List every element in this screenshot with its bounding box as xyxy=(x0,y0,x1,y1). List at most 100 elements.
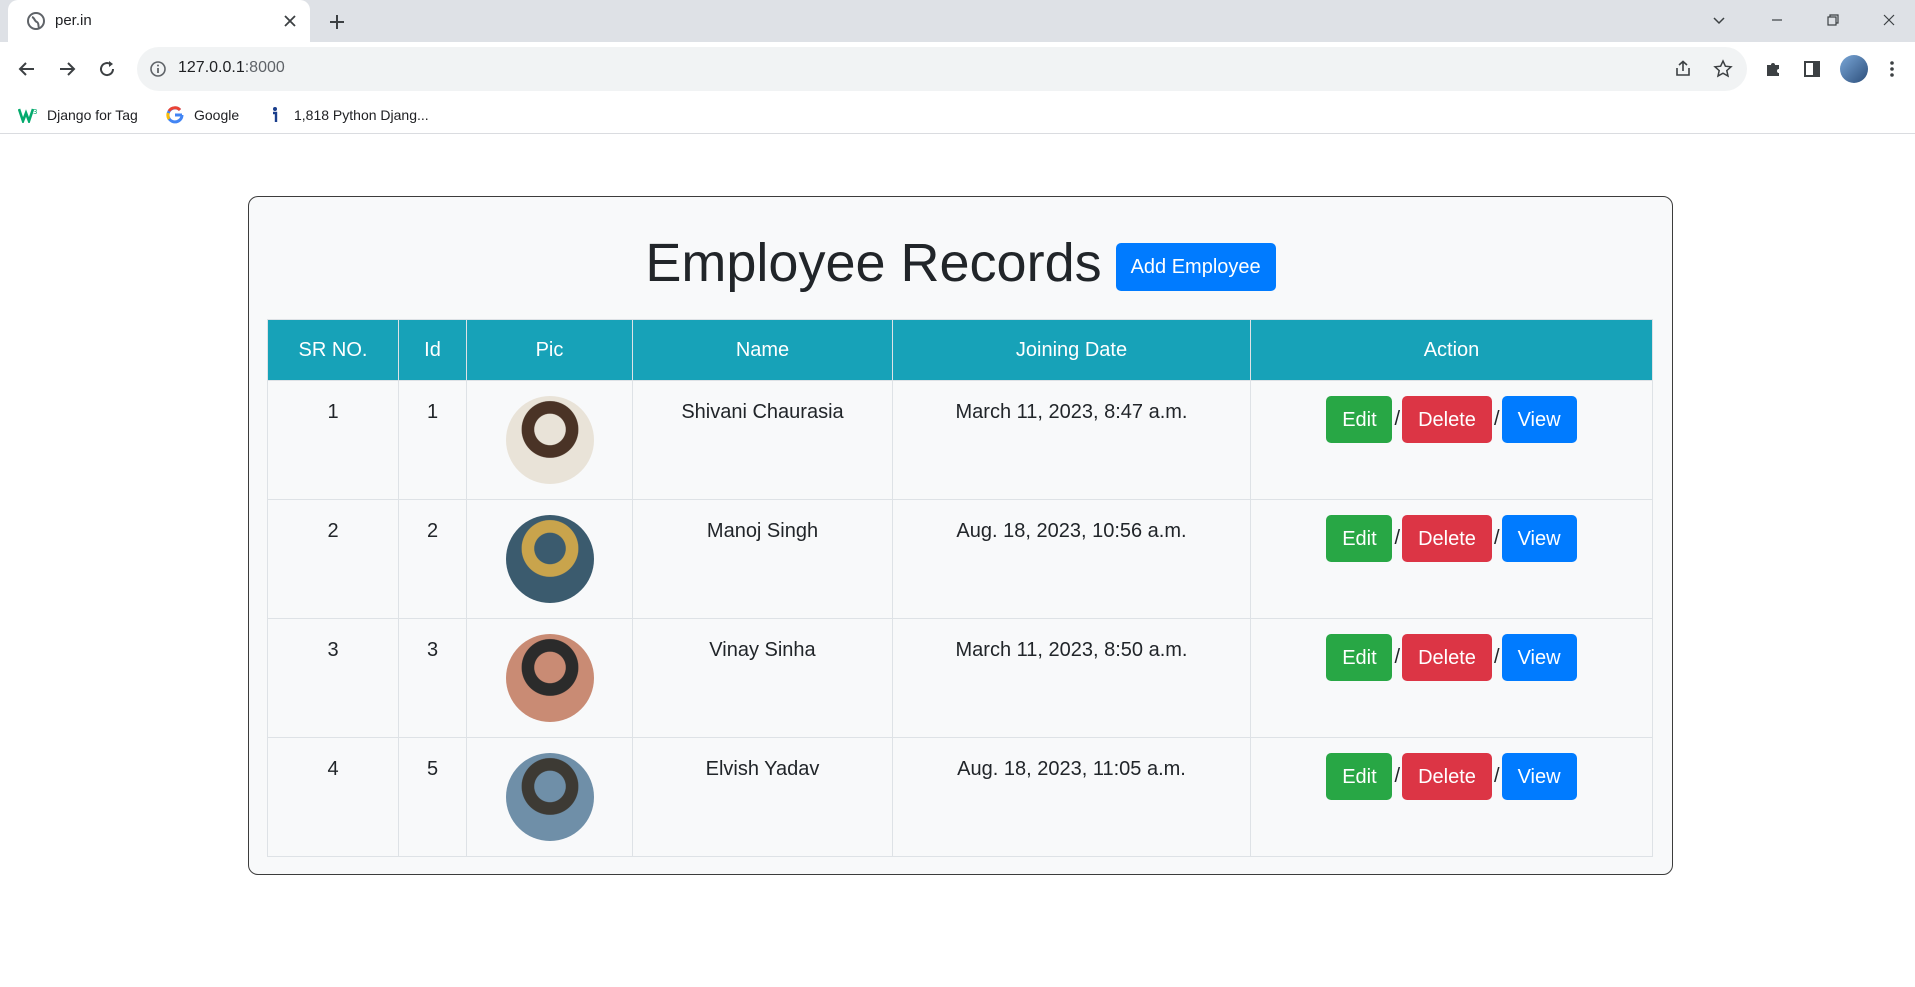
delete-button[interactable]: Delete xyxy=(1402,753,1492,800)
action-cell: Edit / Delete / View xyxy=(1250,499,1653,619)
column-header-pic: Pic xyxy=(466,319,633,381)
w3schools-icon: 3 xyxy=(18,105,38,125)
bookmark-item[interactable]: Google xyxy=(165,104,239,126)
action-separator: / xyxy=(1494,527,1500,549)
joining-date-cell: Aug. 18, 2023, 11:05 a.m. xyxy=(892,737,1251,857)
bookmarks-bar: 3 Django for Tag Google 1,818 Python Dja… xyxy=(0,96,1915,134)
view-button[interactable]: View xyxy=(1501,634,1577,681)
add-employee-button[interactable]: Add Employee xyxy=(1115,243,1276,291)
column-header-id: Id xyxy=(398,319,467,381)
restore-icon[interactable] xyxy=(1820,8,1846,32)
pic-cell xyxy=(466,618,633,738)
profile-avatar[interactable] xyxy=(1840,55,1868,83)
action-separator: / xyxy=(1494,408,1500,430)
records-card: Employee Records Add Employee SR NO. Id … xyxy=(248,196,1673,875)
extensions-puzzle-icon[interactable] xyxy=(1761,57,1785,81)
joining-date-cell: Aug. 18, 2023, 10:56 a.m. xyxy=(892,499,1251,619)
table-row: 1 1 Shivani Chaurasia March 11, 2023, 8:… xyxy=(267,380,1653,500)
name-cell: Vinay Sinha xyxy=(632,618,893,738)
action-separator: / xyxy=(1494,765,1500,787)
pic-cell xyxy=(466,737,633,857)
url-host: 127.0.0.1 xyxy=(178,59,245,76)
bookmark-label: 1,818 Python Djang... xyxy=(294,107,429,123)
delete-button[interactable]: Delete xyxy=(1402,515,1492,562)
browser-toolbar: 127.0.0.1:8000 xyxy=(0,42,1915,96)
action-cell: Edit / Delete / View xyxy=(1250,380,1653,500)
pic-cell xyxy=(466,380,633,500)
bookmark-label: Google xyxy=(194,107,240,123)
action-separator: / xyxy=(1394,765,1400,787)
table-row: 4 5 Elvish Yadav Aug. 18, 2023, 11:05 a.… xyxy=(267,737,1653,857)
action-separator: / xyxy=(1394,646,1400,668)
employee-photo xyxy=(505,634,594,722)
google-icon xyxy=(165,105,185,125)
close-window-icon[interactable] xyxy=(1876,8,1902,32)
sr-no-cell: 2 xyxy=(267,499,399,619)
employee-photo xyxy=(505,753,594,841)
sr-no-cell: 3 xyxy=(267,618,399,738)
url-port: :8000 xyxy=(244,59,285,76)
edit-button[interactable]: Edit xyxy=(1326,753,1393,800)
table-header-row: SR NO. Id Pic Name Joining Date Action xyxy=(267,319,1653,381)
column-header-joining-date: Joining Date xyxy=(892,319,1251,381)
site-info-icon[interactable] xyxy=(148,59,168,79)
action-separator: / xyxy=(1394,408,1400,430)
heading-row: Employee Records Add Employee xyxy=(249,231,1672,295)
pic-cell xyxy=(466,499,633,619)
browser-tab[interactable]: per.in xyxy=(8,0,310,42)
view-button[interactable]: View xyxy=(1501,396,1577,443)
url-text: 127.0.0.1:8000 xyxy=(178,59,285,77)
delete-button[interactable]: Delete xyxy=(1402,396,1492,443)
tab-title: per.in xyxy=(55,12,92,29)
edit-button[interactable]: Edit xyxy=(1326,396,1393,443)
new-tab-icon[interactable] xyxy=(325,10,349,34)
svg-text:3: 3 xyxy=(33,108,37,116)
reload-icon[interactable] xyxy=(94,56,120,82)
bookmark-item[interactable]: 3 Django for Tag xyxy=(18,104,138,126)
menu-kebab-icon[interactable] xyxy=(1880,57,1904,81)
delete-button[interactable]: Delete xyxy=(1402,634,1492,681)
id-cell: 2 xyxy=(398,499,467,619)
table-row: 2 2 Manoj Singh Aug. 18, 2023, 10:56 a.m… xyxy=(267,499,1653,619)
action-separator: / xyxy=(1394,527,1400,549)
name-cell: Manoj Singh xyxy=(632,499,893,619)
column-header-action: Action xyxy=(1250,319,1653,381)
table-row: 3 3 Vinay Sinha March 11, 2023, 8:50 a.m… xyxy=(267,618,1653,738)
info-icon xyxy=(265,105,285,125)
close-tab-icon[interactable] xyxy=(279,10,301,32)
employee-photo xyxy=(505,515,594,603)
edit-button[interactable]: Edit xyxy=(1326,634,1393,681)
id-cell: 1 xyxy=(398,380,467,500)
name-cell: Shivani Chaurasia xyxy=(632,380,893,500)
employee-photo xyxy=(505,396,594,484)
joining-date-cell: March 11, 2023, 8:47 a.m. xyxy=(892,380,1251,500)
column-header-sr-no: SR NO. xyxy=(267,319,399,381)
action-cell: Edit / Delete / View xyxy=(1250,618,1653,738)
bookmark-item[interactable]: 1,818 Python Djang... xyxy=(265,104,429,126)
edit-button[interactable]: Edit xyxy=(1326,515,1393,562)
tab-strip: per.in xyxy=(0,0,1915,42)
address-bar[interactable]: 127.0.0.1:8000 xyxy=(137,47,1747,91)
minimize-icon[interactable] xyxy=(1764,8,1790,32)
side-panel-icon[interactable] xyxy=(1800,57,1824,81)
share-icon[interactable] xyxy=(1671,57,1695,81)
chevron-down-icon[interactable] xyxy=(1706,8,1732,32)
bookmark-star-icon[interactable] xyxy=(1711,57,1735,81)
back-arrow-icon[interactable] xyxy=(14,56,40,82)
sr-no-cell: 1 xyxy=(267,380,399,500)
view-button[interactable]: View xyxy=(1501,753,1577,800)
page-title: Employee Records xyxy=(645,233,1102,293)
sr-no-cell: 4 xyxy=(267,737,399,857)
name-cell: Elvish Yadav xyxy=(632,737,893,857)
action-separator: / xyxy=(1494,646,1500,668)
employee-table: SR NO. Id Pic Name Joining Date Action 1… xyxy=(267,319,1653,857)
id-cell: 3 xyxy=(398,618,467,738)
view-button[interactable]: View xyxy=(1501,515,1577,562)
id-cell: 5 xyxy=(398,737,467,857)
globe-icon xyxy=(26,11,46,31)
forward-arrow-icon[interactable] xyxy=(54,56,80,82)
column-header-name: Name xyxy=(632,319,893,381)
joining-date-cell: March 11, 2023, 8:50 a.m. xyxy=(892,618,1251,738)
bookmark-label: Django for Tag xyxy=(47,107,138,123)
action-cell: Edit / Delete / View xyxy=(1250,737,1653,857)
